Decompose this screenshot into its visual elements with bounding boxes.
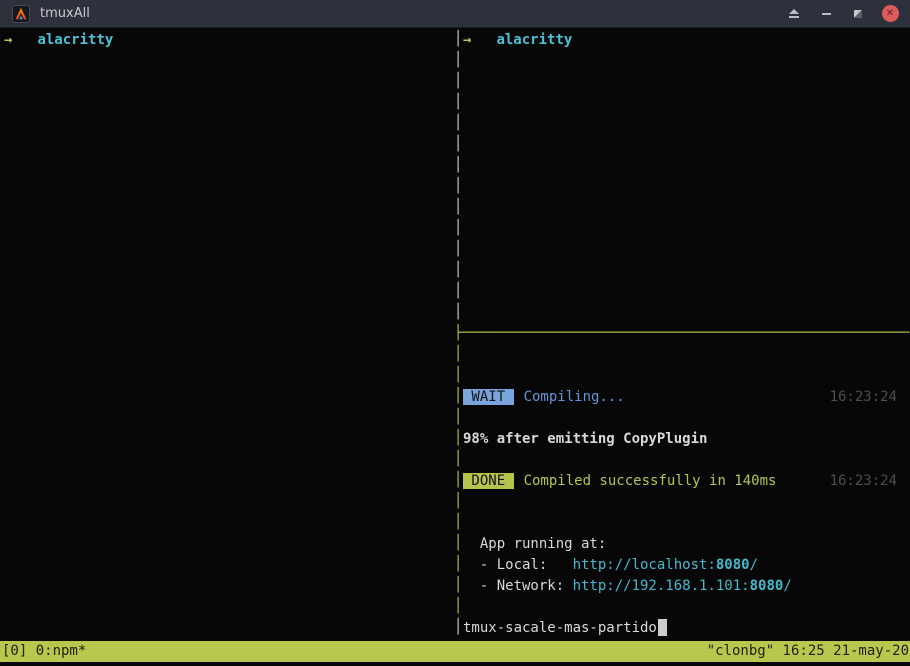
text-cursor <box>658 619 667 636</box>
network-url-line: - Network: http://192.168.1.101:8080/ <box>463 575 897 596</box>
tmux-terminal: →alacritty ││││││││││││││├──────────────… <box>0 29 910 637</box>
close-button[interactable]: ✕ <box>881 5 899 23</box>
progress-text: 98% after emitting CopyPlugin <box>463 431 707 447</box>
close-icon: ✕ <box>886 9 894 19</box>
restore-button[interactable] <box>849 5 867 23</box>
wait-message: Compiling... <box>524 389 625 405</box>
network-label: - Network: <box>463 578 573 594</box>
local-port[interactable]: 8080 <box>716 557 750 573</box>
window-title: tmuxAll <box>40 6 90 21</box>
pane-right[interactable]: → alacritty WAIT Compiling... 16:23:24 98%… <box>463 29 910 637</box>
eject-icon <box>789 9 799 18</box>
network-url[interactable]: http://192.168.1.101: <box>573 578 750 594</box>
done-badge: DONE <box>463 473 514 489</box>
shell-prompt: → alacritty <box>4 29 454 50</box>
command-line[interactable]: tmux-sacale-mas-partido <box>463 617 897 637</box>
titlebar[interactable]: tmuxAll ✕ <box>0 0 910 28</box>
pane-left[interactable]: → alacritty <box>0 29 454 637</box>
prompt-directory: alacritty <box>37 32 113 48</box>
minimize-button[interactable] <box>817 5 835 23</box>
tmux-status-right: "clonbg" 16:25 21-may-20 <box>707 641 909 662</box>
local-url[interactable]: http://localhost: <box>573 557 716 573</box>
shade-button[interactable] <box>785 5 803 23</box>
minimize-icon <box>822 13 831 15</box>
compile-done-line: DONE Compiled successfully in 140ms 16:23… <box>463 470 897 491</box>
done-message: Compiled successfully in 140ms <box>524 473 777 489</box>
prompt-arrow: → <box>4 32 12 48</box>
progress-line: 98% after emitting CopyPlugin <box>463 428 897 449</box>
local-label: - Local: <box>463 557 573 573</box>
local-url-line: - Local: http://localhost:8080/ <box>463 554 897 575</box>
compile-wait-line: WAIT Compiling... 16:23:24 <box>463 386 897 407</box>
network-port[interactable]: 8080 <box>750 578 784 594</box>
shell-prompt: → alacritty <box>463 29 897 50</box>
restore-icon <box>854 10 862 18</box>
wait-badge: WAIT <box>463 389 514 405</box>
tmux-window-list[interactable]: [0] 0:npm* <box>2 641 86 662</box>
typed-command: tmux-sacale-mas-partido <box>463 620 657 636</box>
done-timestamp: 16:23:24 <box>830 473 897 489</box>
alacritty-window: tmuxAll ✕ →alacritty ││││││││││││││├ <box>0 0 910 666</box>
app-running-line: App running at: <box>463 533 897 554</box>
wait-timestamp: 16:23:24 <box>830 389 897 405</box>
alacritty-logo-icon <box>12 5 30 23</box>
tmux-status-bar: [0] 0:npm* "clonbg" 16:25 21-may-20 <box>0 641 910 662</box>
prompt-directory: alacritty <box>496 32 572 48</box>
prompt-arrow: → <box>463 32 471 48</box>
